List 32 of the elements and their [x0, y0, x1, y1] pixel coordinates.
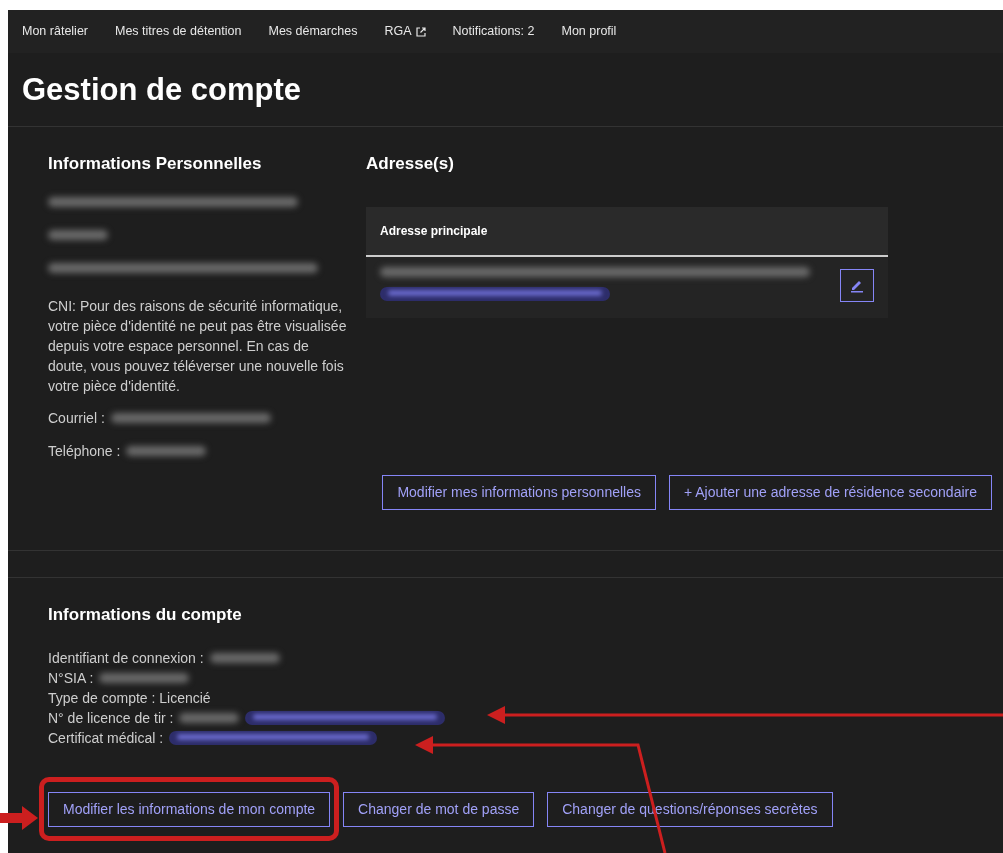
redacted-text	[209, 652, 280, 663]
nav-link[interactable]: Mes démarches	[268, 22, 358, 41]
file-link[interactable]	[380, 286, 610, 301]
nav-link[interactable]: Mes titres de détention	[115, 22, 242, 41]
field-label: Teléphone :	[48, 441, 121, 461]
section-heading: Adresse(s)	[366, 154, 455, 175]
section-heading: Informations du compte	[48, 605, 243, 626]
info-label: N° de licence de tir :	[48, 708, 174, 728]
outline-button[interactable]: Modifier mes informations personnelles	[382, 475, 656, 511]
annotation-arrow	[0, 806, 38, 830]
nav-link[interactable]: Mon profil	[561, 22, 617, 41]
info-label: Certificat médical :	[48, 728, 164, 748]
edit-button[interactable]	[840, 268, 874, 302]
nav-link[interactable]: Notifications: 2	[452, 22, 535, 41]
file-link[interactable]	[169, 730, 378, 745]
card-header: Adresse principale	[366, 206, 888, 257]
info-text: CNI: Pour des raisons de sécurité informatique, votre pièce d'identité ne peut pas être visualisée depuis votre espace personnel. En cas de doute, vous pouvez téléverser une nouvelle fois votre pièce d'identité.	[48, 296, 348, 396]
redacted-text	[48, 229, 108, 240]
nav-link[interactable]: RGA	[384, 22, 426, 41]
info-label: Type de compte : Licencié	[48, 688, 211, 708]
outline-button[interactable]: Modifier les informations de mon compte	[48, 791, 331, 827]
info-label: N°SIA :	[48, 668, 94, 688]
redacted-text	[179, 712, 240, 723]
outline-button[interactable]: + Ajouter une adresse de résidence secondaire	[668, 475, 992, 511]
page-title: Gestion de compte	[21, 71, 303, 109]
info-label: Identifiant de connexion :	[48, 648, 204, 668]
external-link-icon	[415, 26, 426, 37]
field-label: Courriel :	[48, 408, 105, 428]
outline-button[interactable]: Changer de mot de passe	[343, 791, 535, 827]
section-heading: Informations Personnelles	[48, 154, 263, 175]
nav-link[interactable]: Mon râtelier	[22, 22, 88, 41]
file-link[interactable]	[245, 710, 446, 725]
